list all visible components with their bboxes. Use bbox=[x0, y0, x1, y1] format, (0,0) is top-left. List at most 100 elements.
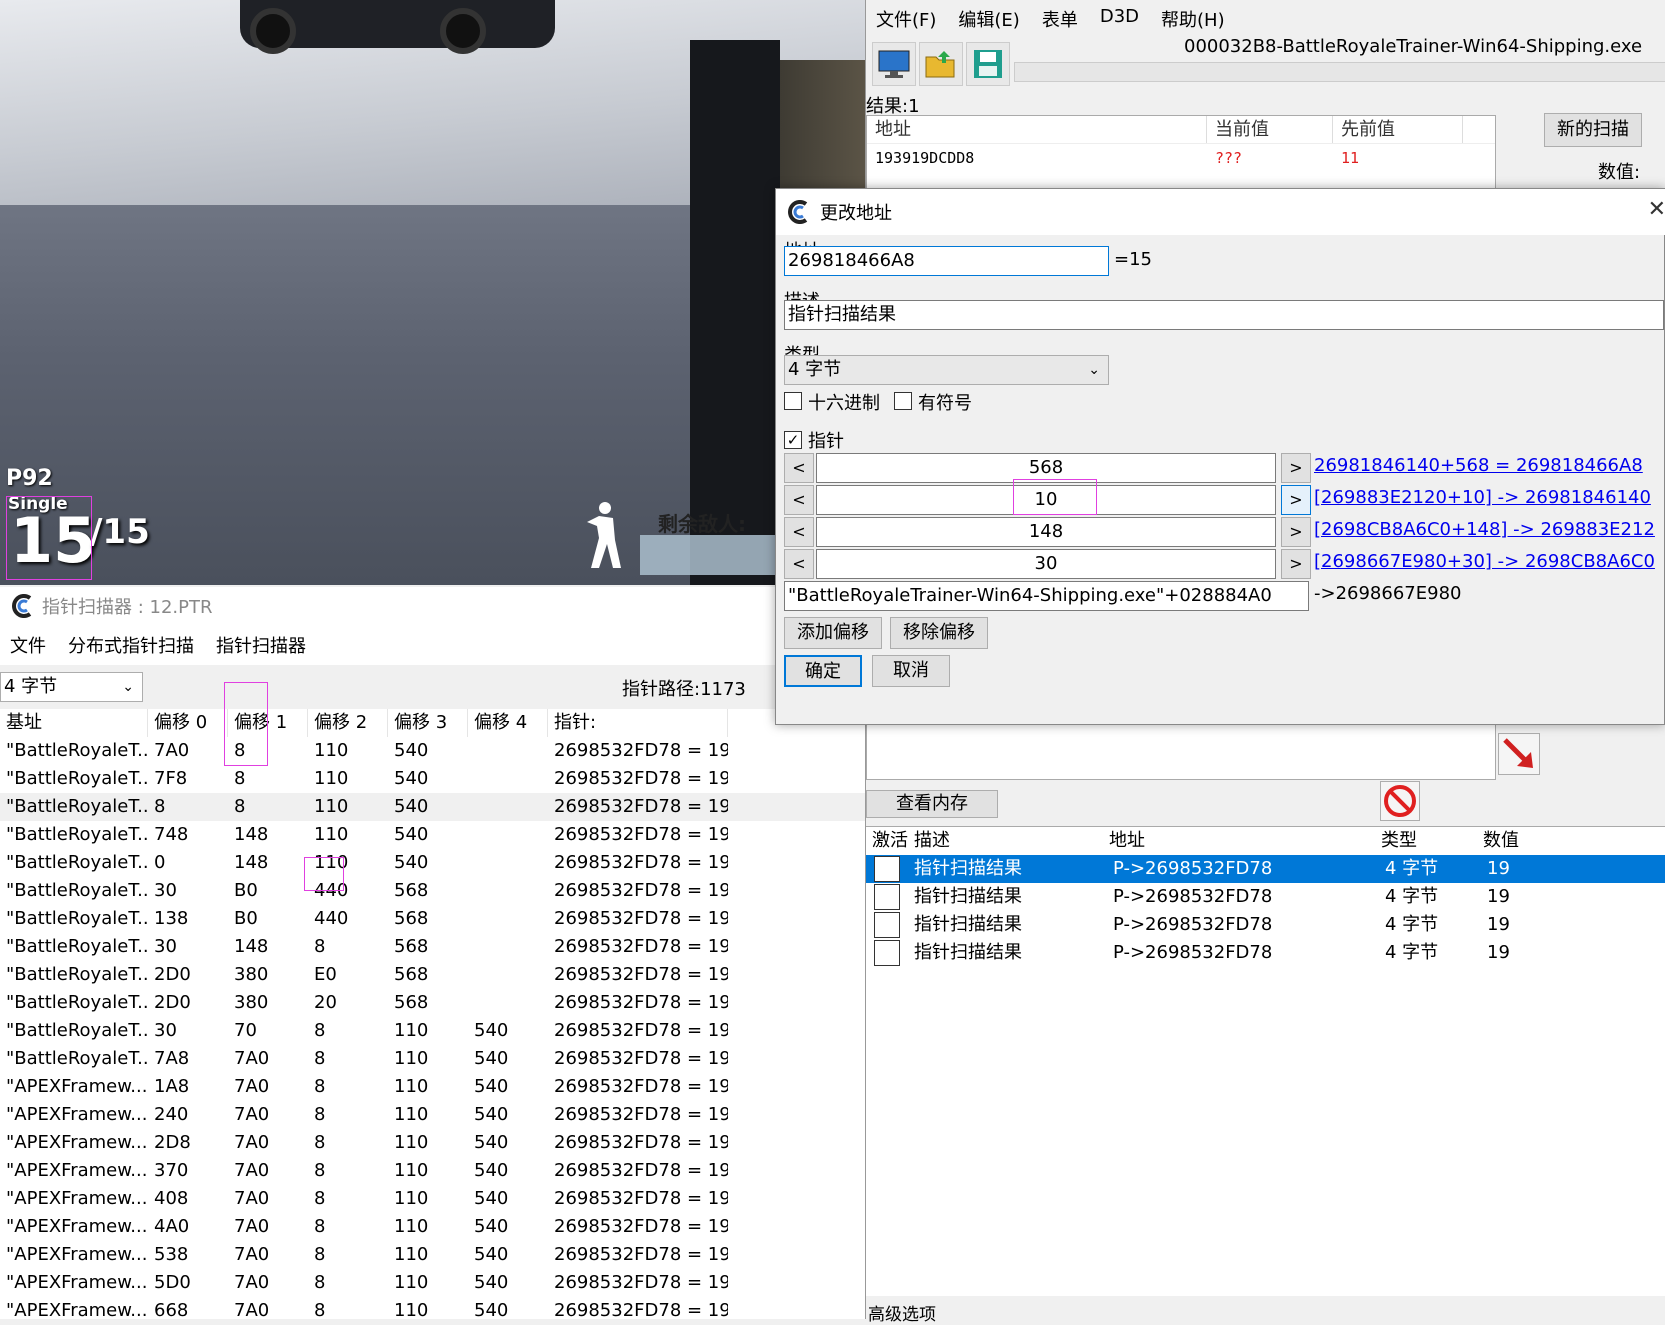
address-list-row[interactable]: 指针扫描结果 P->2698532FD78 4 字节 19 bbox=[866, 883, 1665, 911]
table-row[interactable]: "APEXFramew... 4A0 7A0 8 110 540 2698532FD78 =… bbox=[0, 1213, 865, 1241]
ps-menu-scanner[interactable]: 指针扫描器 bbox=[216, 632, 306, 658]
active-checkbox[interactable] bbox=[874, 856, 900, 882]
column-header[interactable]: 先前值 bbox=[1333, 116, 1463, 143]
table-cell: 2698532FD78 = 19 bbox=[554, 964, 728, 985]
table-row[interactable]: "BattleRoyaleT... 30 148 8 568 2698532FD78 = … bbox=[0, 933, 865, 961]
address-input[interactable]: 269818466A8 bbox=[784, 246, 1109, 276]
table-row[interactable]: "BattleRoyaleT... 7A8 7A0 8 110 540 2698532FD7… bbox=[0, 1045, 865, 1073]
pointer-checkbox[interactable]: ✓ bbox=[784, 431, 802, 449]
column-header[interactable]: 数值 bbox=[1477, 827, 1597, 855]
address-list-row[interactable]: 指针扫描结果 P->2698532FD78 4 字节 19 bbox=[866, 911, 1665, 939]
active-checkbox[interactable] bbox=[874, 912, 900, 938]
signed-checkbox[interactable] bbox=[894, 392, 912, 410]
ps-menu-distributed[interactable]: 分布式指针扫描 bbox=[68, 632, 194, 658]
table-row[interactable]: "APEXFramew... 538 7A0 8 110 540 2698532FD78 =… bbox=[0, 1241, 865, 1269]
ok-button[interactable]: 确定 bbox=[784, 655, 862, 687]
offset-increase-button[interactable]: > bbox=[1281, 485, 1311, 515]
column-header[interactable]: 偏移 3 bbox=[388, 709, 468, 737]
value-type-select[interactable]: 4 字节 ⌄ bbox=[0, 672, 143, 702]
hex-checkbox[interactable] bbox=[784, 392, 802, 410]
menu-d3d[interactable]: D3D bbox=[1100, 6, 1139, 32]
offset-increase-button[interactable]: > bbox=[1281, 517, 1311, 547]
remove-offset-button[interactable]: 移除偏移 bbox=[890, 617, 988, 649]
offset-input[interactable]: 148 bbox=[816, 517, 1276, 547]
active-checkbox[interactable] bbox=[874, 884, 900, 910]
table-row[interactable]: "BattleRoyaleT... 138 B0 440 568 2698532FD78 … bbox=[0, 905, 865, 933]
offset-decrease-button[interactable]: < bbox=[784, 549, 814, 579]
add-offset-button[interactable]: 添加偏移 bbox=[784, 617, 882, 649]
table-row[interactable]: "APEXFramew... 2D8 7A0 8 110 540 2698532FD78 =… bbox=[0, 1129, 865, 1157]
offset-resolution-link[interactable]: [2698CB8A6C0+148] -> 269883E212 bbox=[1314, 519, 1655, 540]
table-row[interactable]: "BattleRoyaleT... 30 B0 440 568 2698532FD78 =… bbox=[0, 877, 865, 905]
column-header[interactable]: 基址 bbox=[0, 709, 148, 737]
base-address-input[interactable]: "BattleRoyaleTrainer-Win64-Shipping.exe"… bbox=[784, 581, 1309, 611]
column-header[interactable]: 偏移 0 bbox=[148, 709, 228, 737]
type-select[interactable]: 4 字节 ⌄ bbox=[784, 355, 1109, 385]
offset-decrease-button[interactable]: < bbox=[784, 485, 814, 515]
table-row[interactable]: "APEXFramew... 370 7A0 8 110 540 2698532FD78 =… bbox=[0, 1157, 865, 1185]
table-row[interactable]: "APEXFramew... 668 7A0 8 110 540 2698532FD78 =… bbox=[0, 1297, 865, 1325]
address-list-row[interactable]: 指针扫描结果 P->2698532FD78 4 字节 19 bbox=[866, 855, 1665, 883]
offset-resolution-link[interactable]: [269883E2120+10] -> 26981846140 bbox=[1314, 487, 1651, 508]
scan-results-list[interactable]: 地址 当前值 先前值 193919DCDD8 ??? 11 bbox=[866, 115, 1496, 189]
offset-input[interactable]: 30 bbox=[816, 549, 1276, 579]
active-checkbox[interactable] bbox=[874, 940, 900, 966]
save-button[interactable] bbox=[966, 42, 1010, 86]
offset-decrease-button[interactable]: < bbox=[784, 517, 814, 547]
table-row[interactable]: "APEXFramew... 240 7A0 8 110 540 2698532FD78 =… bbox=[0, 1101, 865, 1129]
column-header[interactable]: 激活 bbox=[866, 827, 908, 855]
menu-table[interactable]: 表单 bbox=[1042, 6, 1078, 32]
table-row[interactable]: "BattleRoyaleT... 7A0 8 110 540 2698532FD78 =… bbox=[0, 737, 865, 765]
menu-edit[interactable]: 编辑(E) bbox=[958, 6, 1019, 32]
table-cell: 8 bbox=[154, 796, 166, 817]
select-process-button[interactable] bbox=[872, 42, 916, 86]
ps-menu-file[interactable]: 文件 bbox=[10, 632, 46, 658]
table-row[interactable]: "BattleRoyaleT... 748 148 110 540 2698532FD78… bbox=[0, 821, 865, 849]
offset-resolution-link[interactable]: 26981846140+568 = 269818466A8 bbox=[1314, 455, 1643, 476]
table-cell: 7A0 bbox=[234, 1160, 270, 1181]
table-cell: 110 bbox=[394, 1300, 429, 1321]
result-row[interactable]: 193919DCDD8 ??? 11 bbox=[867, 144, 1495, 172]
offset-increase-button[interactable]: > bbox=[1281, 453, 1311, 483]
new-scan-button[interactable]: 新的扫描 bbox=[1544, 113, 1642, 147]
stop-button[interactable] bbox=[1380, 781, 1420, 821]
table-row[interactable]: "BattleRoyaleT... 2D0 380 20 568 2698532FD78 … bbox=[0, 989, 865, 1017]
table-row[interactable]: "BattleRoyaleT... 8 8 110 540 2698532FD78 = 1… bbox=[0, 793, 865, 821]
table-row[interactable]: "APEXFramew... 408 7A0 8 110 540 2698532FD78 =… bbox=[0, 1185, 865, 1213]
column-header[interactable]: 当前值 bbox=[1207, 116, 1333, 143]
menu-file[interactable]: 文件(F) bbox=[876, 6, 936, 32]
close-icon[interactable]: ✕ bbox=[1648, 197, 1665, 222]
column-header[interactable]: 地址 bbox=[867, 116, 1207, 143]
offset-decrease-button[interactable]: < bbox=[784, 453, 814, 483]
column-header[interactable]: 地址 bbox=[1103, 827, 1375, 855]
menu-help[interactable]: 帮助(H) bbox=[1161, 6, 1225, 32]
column-header[interactable]: 偏移 2 bbox=[308, 709, 388, 737]
table-row[interactable]: "APEXFramew... 5D0 7A0 8 110 540 2698532FD78 =… bbox=[0, 1269, 865, 1297]
table-cell: "APEXFramew... bbox=[6, 1132, 148, 1153]
row-value: 19 bbox=[1487, 858, 1510, 879]
table-cell: 2698532FD78 = 19 bbox=[554, 1076, 728, 1097]
table-row[interactable]: "BattleRoyaleT... 7F8 8 110 540 2698532FD78 =… bbox=[0, 765, 865, 793]
cancel-button[interactable]: 取消 bbox=[872, 655, 950, 687]
table-cell: 138 bbox=[154, 908, 189, 929]
table-cell: 1A8 bbox=[154, 1076, 190, 1097]
chevron-down-icon: ⌄ bbox=[1088, 362, 1100, 378]
address-result: =15 bbox=[1114, 249, 1152, 270]
address-list-row[interactable]: 指针扫描结果 P->2698532FD78 4 字节 19 bbox=[866, 939, 1665, 967]
table-row[interactable]: "BattleRoyaleT... 2D0 380 E0 568 2698532FD78 … bbox=[0, 961, 865, 989]
table-row[interactable]: "BattleRoyaleT... 30 70 8 110 540 2698532FD78 … bbox=[0, 1017, 865, 1045]
table-cell: 110 bbox=[394, 1188, 429, 1209]
advanced-options-label[interactable]: 高级选项 bbox=[868, 1300, 936, 1325]
column-header[interactable]: 指针: bbox=[548, 709, 728, 737]
column-header[interactable]: 类型 bbox=[1375, 827, 1477, 855]
open-file-button[interactable] bbox=[919, 42, 963, 86]
table-row[interactable]: "APEXFramew... 1A8 7A0 8 110 540 2698532FD78 =… bbox=[0, 1073, 865, 1101]
column-header[interactable]: 偏移 4 bbox=[468, 709, 548, 737]
view-memory-button[interactable]: 查看内存 bbox=[866, 790, 998, 818]
add-to-list-button[interactable] bbox=[1498, 733, 1540, 775]
offset-resolution-link[interactable]: [2698667E980+30] -> 2698CB8A6C0 bbox=[1314, 551, 1655, 572]
table-row[interactable]: "BattleRoyaleT... 0 148 110 540 2698532FD78 =… bbox=[0, 849, 865, 877]
column-header[interactable]: 描述 bbox=[908, 827, 1103, 855]
offset-increase-button[interactable]: > bbox=[1281, 549, 1311, 579]
description-input[interactable]: 指针扫描结果 bbox=[784, 300, 1664, 330]
